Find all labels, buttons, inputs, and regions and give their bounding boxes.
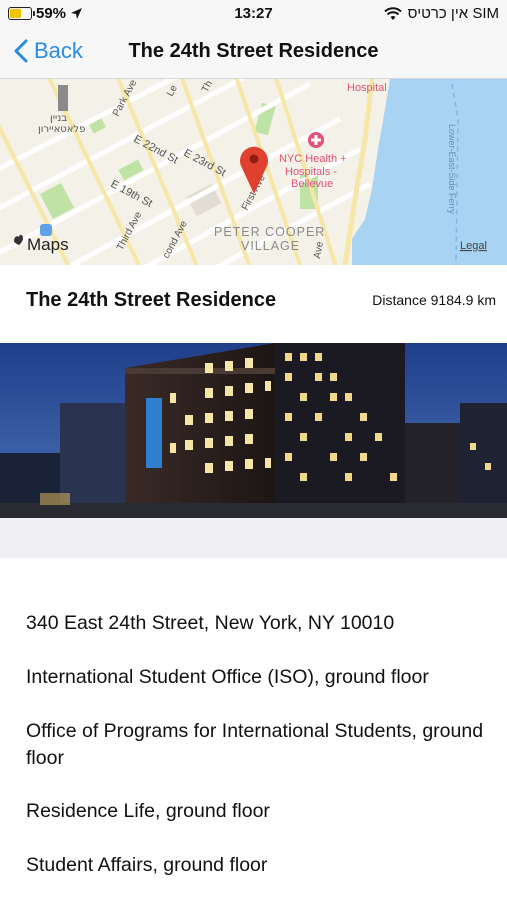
building-photo <box>0 343 507 518</box>
navigation-bar: Back The 24th Street Residence <box>0 28 507 79</box>
distance-label: Distance 9184.9 km <box>372 292 496 308</box>
detail-iso: International Student Office (ISO), grou… <box>26 666 429 688</box>
map-label-building-1: בניין <box>50 113 67 124</box>
page-title: The 24th Street Residence <box>128 40 379 62</box>
map-label-nyc-health-1: NYC Health + <box>279 153 347 165</box>
carrier-text: אין כרטיס SIM <box>407 5 499 22</box>
status-right: אין כרטיס SIM <box>383 5 499 22</box>
map-label-hospital: Hospital <box>347 82 387 94</box>
map-label-building-2: פלאטאיירון <box>38 124 85 135</box>
wifi-icon <box>383 6 402 20</box>
status-bar: 59% 13:27 אין כרטיס SIM <box>0 0 507 28</box>
detail-student-affairs: Student Affairs, ground floor <box>26 854 268 876</box>
residence-header: The 24th Street Residence Distance 9184.… <box>0 265 507 343</box>
detail-address: 340 East 24th Street, New York, NY 10010 <box>26 612 395 634</box>
map-label-peter-cooper-1: PETER COOPER <box>214 225 325 239</box>
building-icon <box>58 85 68 111</box>
detail-programs-office: Office of Programs for International Stu… <box>26 720 484 769</box>
maps-brand-label: Maps <box>27 235 69 254</box>
detail-residence-life: Residence Life, ground floor <box>26 800 270 822</box>
map-view[interactable]: Hospital בניין פלאטאיירון Park Ave Le Th… <box>0 79 507 265</box>
map-label-peter-cooper-2: VILLAGE <box>241 239 300 253</box>
map-legal-link[interactable]: Legal <box>460 240 487 252</box>
residence-title: The 24th Street Residence <box>26 289 277 311</box>
separator-strip <box>0 518 507 558</box>
map-label-nyc-health-2: Hospitals - <box>285 166 337 178</box>
map-label-nyc-health-3: Bellevue <box>291 178 333 190</box>
residence-photo <box>0 343 507 518</box>
map-label-ferry: Lower-East-Side Ferry <box>447 124 457 215</box>
map-canvas: Hospital בניין פלאטאיירון Park Ave Le Th… <box>0 79 507 265</box>
